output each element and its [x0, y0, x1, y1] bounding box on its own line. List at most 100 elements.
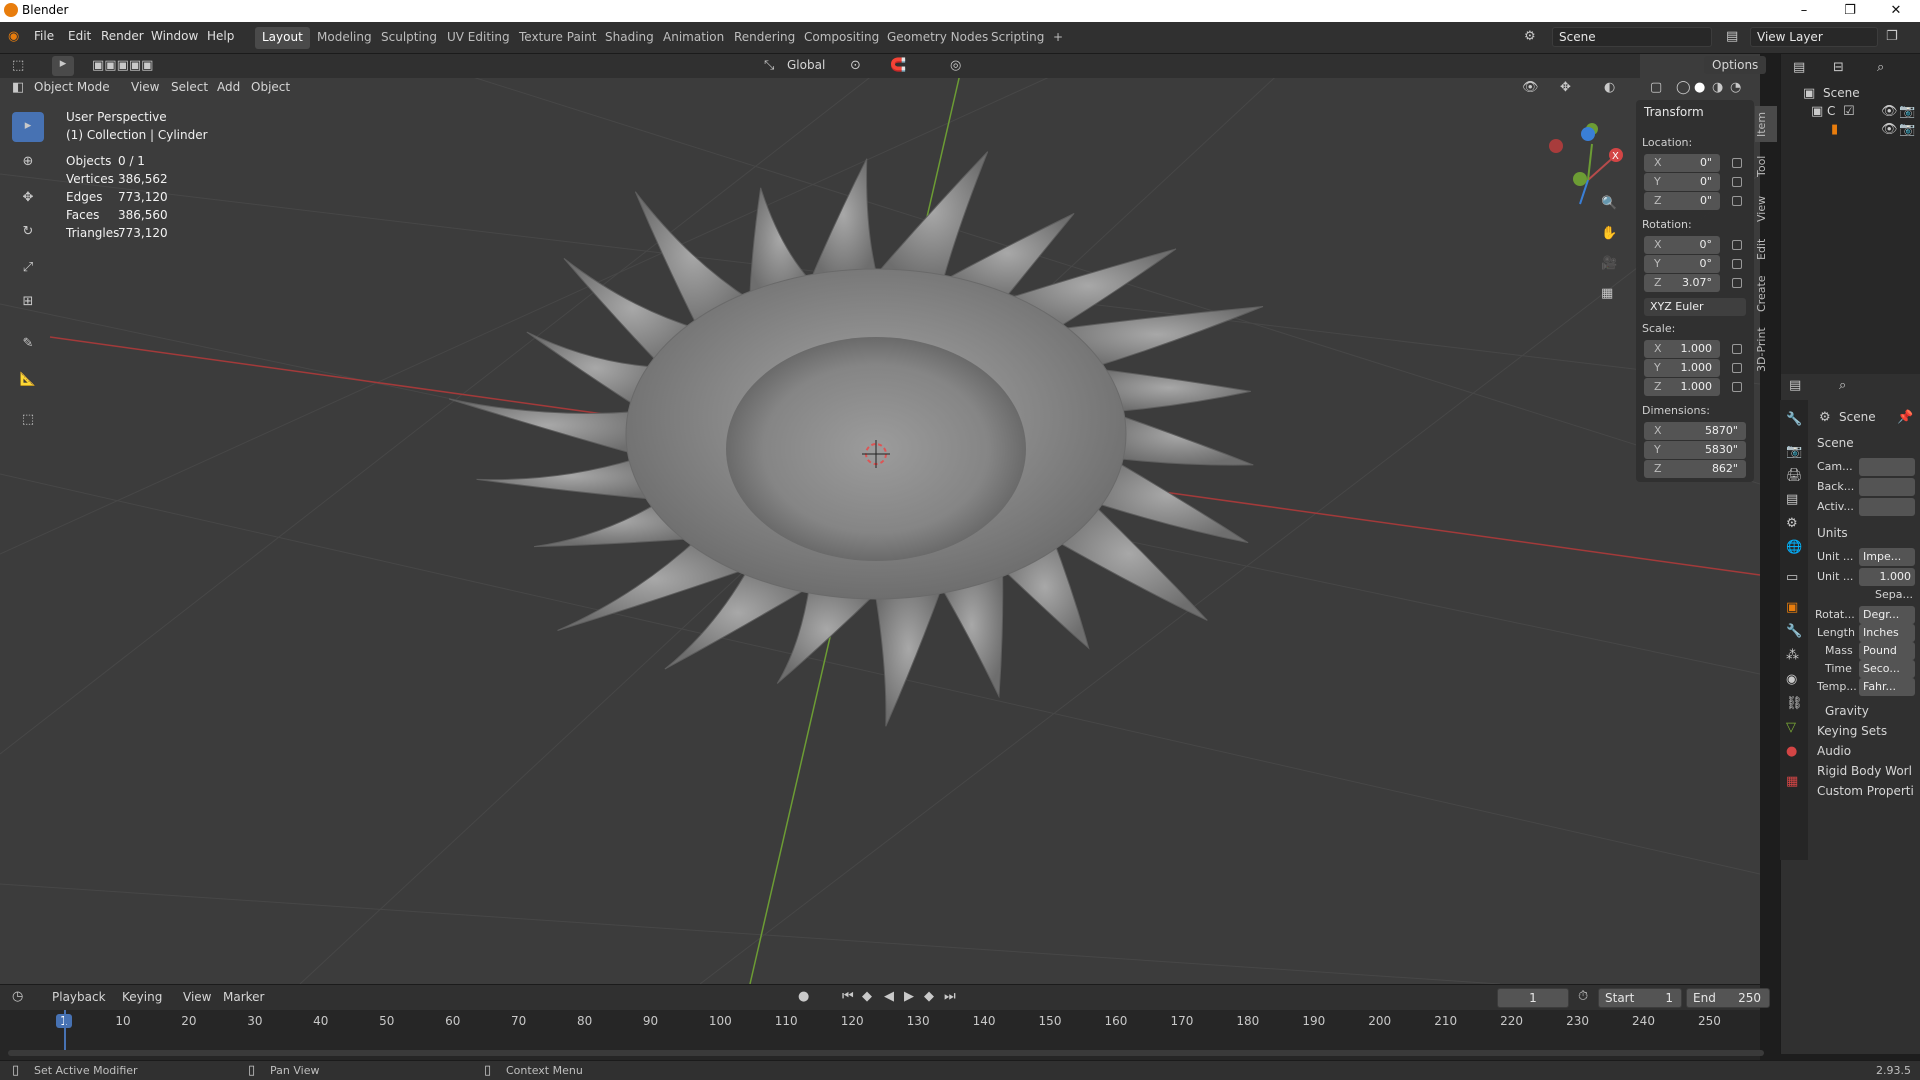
tab-layout[interactable]: Layout — [255, 27, 310, 49]
view-layer-field[interactable]: View Layer — [1750, 27, 1878, 47]
scale-y-field[interactable]: Y 1.000 — [1644, 359, 1720, 377]
constraints-props-icon[interactable]: ⛓ — [1786, 696, 1803, 711]
menu-render[interactable]: Render — [101, 29, 144, 43]
section-rigid-body-world[interactable]: Rigid Body Worl — [1817, 764, 1912, 778]
restore-button[interactable]: ❐ — [1830, 1, 1870, 21]
play-reverse-icon[interactable]: ◀ — [884, 989, 894, 1004]
tab-uv-editing[interactable]: UV Editing — [440, 27, 517, 49]
scene-icon[interactable]: ⚙ — [1524, 29, 1536, 44]
tab-compositing[interactable]: Compositing — [797, 27, 886, 49]
lock-icon[interactable] — [1732, 158, 1742, 168]
checkbox-icon[interactable]: ☑ — [1843, 104, 1855, 119]
timeline-menu-playback[interactable]: Playback — [52, 990, 106, 1004]
object-mode-dropdown[interactable]: Object Mode — [34, 80, 110, 94]
outliner-scene[interactable]: Scene — [1823, 86, 1860, 100]
background-field[interactable] — [1859, 478, 1915, 496]
output-props-icon[interactable]: 🖨 — [1786, 468, 1803, 483]
options-dropdown[interactable]: Options — [1704, 56, 1767, 74]
overlay-toggle-icon[interactable]: ◐ — [1604, 80, 1615, 95]
timeline-scrollbar[interactable] — [8, 1050, 1764, 1056]
xray-icon[interactable]: ▢ — [1650, 80, 1662, 95]
camera-view-icon[interactable]: 🎥 — [1601, 256, 1617, 271]
rotation-units-dropdown[interactable]: Degr... — [1859, 606, 1915, 624]
lock-icon[interactable] — [1732, 259, 1742, 269]
physics-props-icon[interactable]: ◉ — [1786, 672, 1797, 687]
pin-icon[interactable]: 📌 — [1897, 410, 1913, 425]
cursor-tool-icon[interactable]: ⊕ — [12, 148, 44, 178]
pan-hand-icon[interactable]: ✋ — [1601, 226, 1617, 241]
menu-window[interactable]: Window — [151, 29, 198, 43]
tab-shading[interactable]: Shading — [598, 27, 661, 49]
blender-menu-icon[interactable]: ◉ — [8, 29, 19, 44]
timeline-editor-icon[interactable]: ◷ — [12, 989, 23, 1004]
rotate-tool-icon[interactable]: ↻ — [12, 218, 44, 248]
move-tool-icon[interactable]: ✥ — [12, 184, 44, 214]
section-units[interactable]: Units — [1817, 526, 1848, 540]
particles-props-icon[interactable]: ⁂ — [1786, 648, 1799, 663]
menu-help[interactable]: Help — [207, 29, 234, 43]
dimension-x-field[interactable]: X 5870" — [1644, 422, 1746, 440]
tab-item[interactable]: Item — [1755, 106, 1777, 142]
lock-icon[interactable] — [1732, 196, 1742, 206]
select-mode-icons[interactable]: ▣▣▣▣▣ — [92, 58, 153, 73]
tab-texture-paint[interactable]: Texture Paint — [512, 27, 603, 49]
rotation-y-field[interactable]: Y 0° — [1644, 255, 1720, 273]
record-icon[interactable]: ● — [798, 989, 809, 1004]
length-dropdown[interactable]: Inches — [1859, 624, 1915, 642]
lock-icon[interactable] — [1732, 177, 1742, 187]
frame-start-field[interactable]: Start 1 — [1598, 988, 1682, 1008]
current-frame-field[interactable]: 1 — [1497, 988, 1569, 1008]
tab-3d-print[interactable]: 3D-Print — [1755, 324, 1777, 376]
menu-edit[interactable]: Edit — [68, 29, 91, 43]
object-props-icon[interactable]: ▣ — [1786, 600, 1798, 615]
zoom-icon[interactable]: 🔍 — [1601, 196, 1617, 211]
camera-icon[interactable]: 📷 — [1899, 122, 1915, 137]
eye-icon[interactable]: 👁 — [1881, 104, 1898, 119]
lock-icon[interactable] — [1732, 278, 1742, 288]
transform-orientation-dropdown[interactable]: Global — [787, 58, 825, 72]
viewport-menu-select[interactable]: Select — [171, 80, 208, 94]
tab-animation[interactable]: Animation — [656, 27, 731, 49]
section-keying-sets[interactable]: Keying Sets — [1817, 724, 1887, 738]
play-icon[interactable]: ▶ — [904, 989, 914, 1004]
material-shading-icon[interactable]: ◑ — [1712, 80, 1723, 95]
timeline-menu-marker[interactable]: Marker — [223, 990, 264, 1004]
lock-icon[interactable] — [1732, 363, 1742, 373]
transform-header[interactable]: Transform — [1644, 105, 1704, 119]
tab-create[interactable]: Create — [1755, 272, 1777, 316]
scene-field[interactable]: Scene — [1552, 27, 1712, 47]
rotation-z-field[interactable]: Z 3.07° — [1644, 274, 1720, 292]
tab-view[interactable]: View — [1755, 192, 1777, 226]
separate-units-checkbox[interactable]: Sepa... — [1875, 588, 1913, 601]
location-x-field[interactable]: X 0" — [1644, 154, 1720, 172]
transform-orientation-icon[interactable]: ⤡ — [764, 58, 774, 73]
new-view-layer-icon[interactable]: ❐ — [1886, 29, 1898, 44]
section-scene[interactable]: Scene — [1817, 436, 1854, 450]
active-clip-field[interactable] — [1859, 498, 1915, 516]
menu-file[interactable]: File — [34, 29, 54, 43]
tab-rendering[interactable]: Rendering — [727, 27, 802, 49]
visibility-icon[interactable]: 👁 — [1522, 80, 1539, 95]
tab-geometry-nodes[interactable]: Geometry Nodes — [880, 27, 995, 49]
object-mode-icon[interactable]: ◧ — [12, 80, 24, 95]
dimension-y-field[interactable]: Y 5830" — [1644, 441, 1746, 459]
proportional-edit-icon[interactable]: ◎ — [950, 58, 961, 73]
scale-z-field[interactable]: Z 1.000 — [1644, 378, 1720, 396]
frame-ruler[interactable]: 1102030405060708090100110120130140150160… — [0, 1010, 1760, 1034]
measure-tool-icon[interactable]: 📐 — [12, 366, 44, 396]
collection-props-icon[interactable]: ▭ — [1786, 570, 1798, 585]
section-audio[interactable]: Audio — [1817, 744, 1851, 758]
outliner-editor-icon[interactable]: ▤ — [1793, 60, 1805, 75]
select-tool-icon[interactable]: ▸ — [12, 112, 44, 142]
scene-props-tab-icon[interactable]: ⚙ — [1786, 516, 1798, 531]
minimize-button[interactable]: – — [1784, 1, 1824, 21]
jump-end-icon[interactable]: ⏭ — [944, 989, 956, 1004]
gizmo-toggle-icon[interactable]: ✥ — [1560, 80, 1571, 95]
camera-field[interactable] — [1859, 458, 1915, 476]
temperature-dropdown[interactable]: Fahr... — [1859, 678, 1915, 696]
3d-viewport[interactable]: X — [0, 54, 1760, 984]
filter-icon[interactable]: ⊟ — [1833, 60, 1844, 75]
prev-keyframe-icon[interactable]: ◆ — [862, 989, 872, 1004]
section-custom-properties[interactable]: Custom Properti — [1817, 784, 1914, 798]
timeline[interactable]: 1102030405060708090100110120130140150160… — [0, 1010, 1764, 1060]
